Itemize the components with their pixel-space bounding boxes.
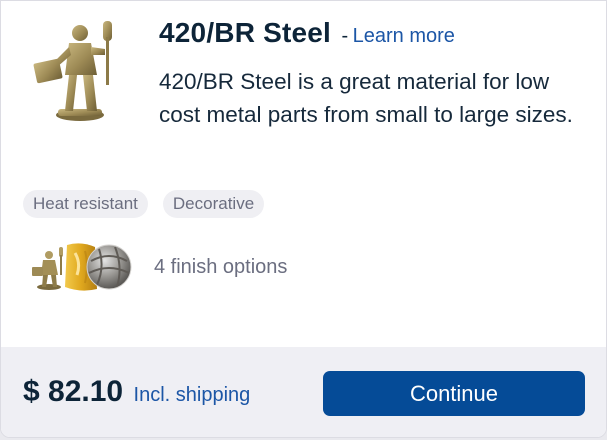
title-separator: - [341,25,349,47]
steel-ball-swatch [85,243,133,291]
price-value: $ 82.10 [23,375,124,408]
finish-swatches[interactable] [29,243,133,291]
finish-options[interactable]: 4 finish options [29,243,287,291]
material-description: 420/BR Steel is a great material for low… [159,69,573,127]
price-block: $ 82.10 Incl. shipping [23,375,250,409]
finish-options-label[interactable]: 4 finish options [154,256,287,279]
title-row: 420/BR Steel - Learn more [159,17,455,49]
tag-heat-resistant: Heat resistant [23,190,148,218]
learn-more-link[interactable]: Learn more [353,25,455,47]
material-card: 420/BR Steel - Learn more 420/BR Steel i… [0,0,607,438]
material-title: 420/BR Steel [159,17,332,48]
card-footer: $ 82.10 Incl. shipping Continue [1,347,606,437]
tag-list: Heat resistant Decorative [23,190,265,218]
bronze-figurine-image [25,13,125,125]
shipping-note: Incl. shipping [133,384,251,406]
continue-button[interactable]: Continue [323,371,585,416]
tag-decorative: Decorative [162,190,265,218]
